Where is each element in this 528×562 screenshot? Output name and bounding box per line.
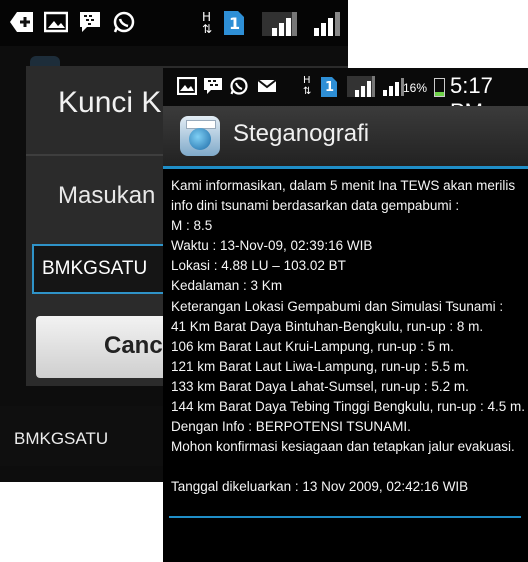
message-bottom-divider xyxy=(169,516,521,518)
message-line: 133 km Barat Daya Lahat-Sumsel, run-up :… xyxy=(171,378,469,394)
app-title: Steganografi xyxy=(233,120,370,147)
whatsapp-icon xyxy=(112,11,136,33)
message-line: 41 Km Barat Daya Bintuhan-Bengkulu, run-… xyxy=(171,318,484,334)
message-line xyxy=(171,457,524,477)
whatsapp-icon xyxy=(229,77,249,100)
app-action-bar: Steganografi xyxy=(163,106,528,166)
action-bar-divider xyxy=(163,166,528,169)
decoded-message: Kami informasikan, dalam 5 menit Ina TEW… xyxy=(171,176,525,498)
image-icon xyxy=(176,76,198,100)
bbm-icon xyxy=(203,77,223,100)
message-line: Mohon konfirmasi kesiagaan dan tetapkan … xyxy=(171,439,515,455)
signal-icon xyxy=(347,76,375,97)
message-line: 144 km Barat Daya Tebing Tinggi Bengkulu… xyxy=(171,399,525,415)
password-value: BMKGSATU xyxy=(42,258,148,279)
sim-number: 1 xyxy=(229,14,241,33)
sim-1-icon: 1 xyxy=(224,11,244,35)
footer-text: BMKGSATU xyxy=(14,429,109,448)
status-bar: H ⇅ 1 xyxy=(0,0,348,46)
image-icon xyxy=(43,11,69,33)
signal-icon xyxy=(308,12,342,36)
message-line: 106 km Barat Laut Krui-Lampung, run-up :… xyxy=(171,338,454,354)
message-line: Kedalaman : 3 Km xyxy=(171,278,283,294)
data-type-label: H xyxy=(202,10,212,24)
steganografi-app-icon[interactable] xyxy=(180,116,220,156)
sim-1-icon: 1 xyxy=(321,77,337,102)
signal-icon xyxy=(262,12,297,36)
message-line: info dini tsunami berdasarkan data gempa… xyxy=(171,198,460,214)
battery-charging-icon xyxy=(434,78,445,97)
status-bar: H⇅ 1 16% 5:17 PM xyxy=(163,68,528,124)
message-line: Waktu : 13-Nov-09, 02:39:16 WIB xyxy=(171,238,373,254)
message-line: Kami informasikan, dalam 5 menit Ina TEW… xyxy=(171,178,516,193)
signal-icon xyxy=(381,78,405,96)
bbm-icon xyxy=(78,11,102,33)
message-line: Dengan Info : BERPOTENSI TSUNAMI. xyxy=(171,419,411,435)
dialog-title: Kunci K xyxy=(58,86,162,119)
data-arrows-icon: H ⇅ xyxy=(202,10,213,36)
data-arrows-icon: H ⇅ xyxy=(303,75,312,97)
sim-number: 1 xyxy=(325,80,335,95)
message-line: Keterangan Lokasi Gempabumi dan Simulasi… xyxy=(171,298,504,314)
cancel-button-label: Canc xyxy=(104,332,163,359)
add-icon xyxy=(10,11,34,33)
front-phone-screen: H⇅ 1 16% 5:17 PM Steganografi Kami infor… xyxy=(163,68,528,562)
message-line: Tanggal dikeluarkan : 13 Nov 2009, 02:42… xyxy=(171,479,469,495)
data-type-label: H xyxy=(303,75,311,86)
mail-icon xyxy=(257,77,277,100)
message-line: Lokasi : 4.88 LU – 103.02 BT xyxy=(171,258,346,274)
dialog-message: Masukan xyxy=(58,182,156,209)
message-line: M : 8.5 xyxy=(171,218,213,234)
message-line: 121 km Barat Laut Liwa-Lampung, run-up :… xyxy=(171,358,469,374)
battery-percent: 16% xyxy=(403,81,428,95)
